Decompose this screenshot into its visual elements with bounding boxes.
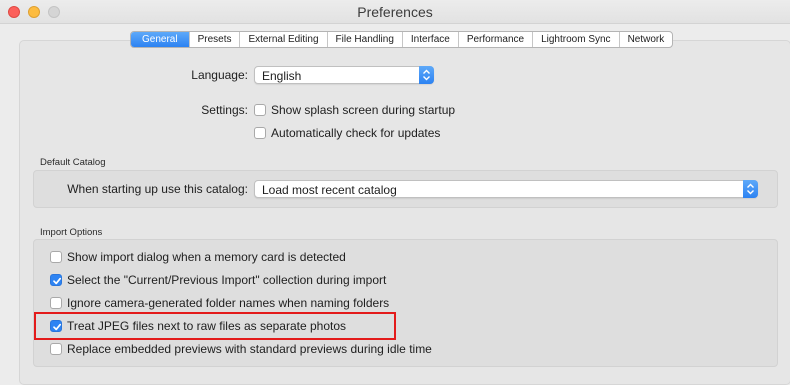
language-select[interactable]: English bbox=[254, 66, 434, 84]
splash-screen-checkbox[interactable] bbox=[254, 104, 266, 116]
startup-catalog-label: When starting up use this catalog: bbox=[67, 182, 248, 196]
import-dialog-checkbox[interactable] bbox=[50, 251, 62, 263]
highlight-annotation-box bbox=[34, 312, 396, 340]
replace-previews-label: Replace embedded previews with standard … bbox=[67, 342, 432, 356]
tab-network[interactable]: Network bbox=[618, 32, 673, 47]
tab-performance[interactable]: Performance bbox=[457, 32, 532, 47]
ignore-folder-names-checkbox[interactable] bbox=[50, 297, 62, 309]
checkmark-icon bbox=[53, 277, 62, 285]
select-current-import-checkbox[interactable] bbox=[50, 274, 62, 286]
language-value: English bbox=[262, 69, 302, 83]
settings-label: Settings: bbox=[201, 103, 248, 117]
splash-screen-label: Show splash screen during startup bbox=[271, 103, 456, 117]
tab-interface[interactable]: Interface bbox=[401, 32, 458, 47]
tab-external-editing[interactable]: External Editing bbox=[239, 32, 326, 47]
startup-catalog-value: Load most recent catalog bbox=[262, 183, 397, 197]
window-title: Preferences bbox=[357, 4, 433, 20]
check-updates-label: Automatically check for updates bbox=[271, 126, 441, 140]
language-label: Language: bbox=[191, 68, 248, 82]
ignore-folder-names-label: Ignore camera-generated folder names whe… bbox=[67, 296, 390, 310]
import-options-section-title: Import Options bbox=[40, 227, 103, 238]
default-catalog-section-title: Default Catalog bbox=[40, 157, 106, 168]
popup-arrows-icon bbox=[743, 180, 758, 198]
select-current-import-label: Select the "Current/Previous Import" col… bbox=[67, 273, 387, 287]
popup-arrows-icon bbox=[419, 66, 434, 84]
tab-file-handling[interactable]: File Handling bbox=[326, 32, 402, 47]
check-updates-checkbox[interactable] bbox=[254, 127, 266, 139]
tab-presets[interactable]: Presets bbox=[188, 32, 240, 47]
tab-bar: General Presets External Editing File Ha… bbox=[130, 31, 674, 48]
tab-lightroom-sync[interactable]: Lightroom Sync bbox=[532, 32, 618, 47]
import-dialog-label: Show import dialog when a memory card is… bbox=[67, 250, 346, 264]
startup-catalog-select[interactable]: Load most recent catalog bbox=[254, 180, 758, 198]
tab-general[interactable]: General bbox=[131, 32, 189, 47]
title-bar: Preferences bbox=[0, 0, 790, 24]
replace-previews-checkbox[interactable] bbox=[50, 343, 62, 355]
